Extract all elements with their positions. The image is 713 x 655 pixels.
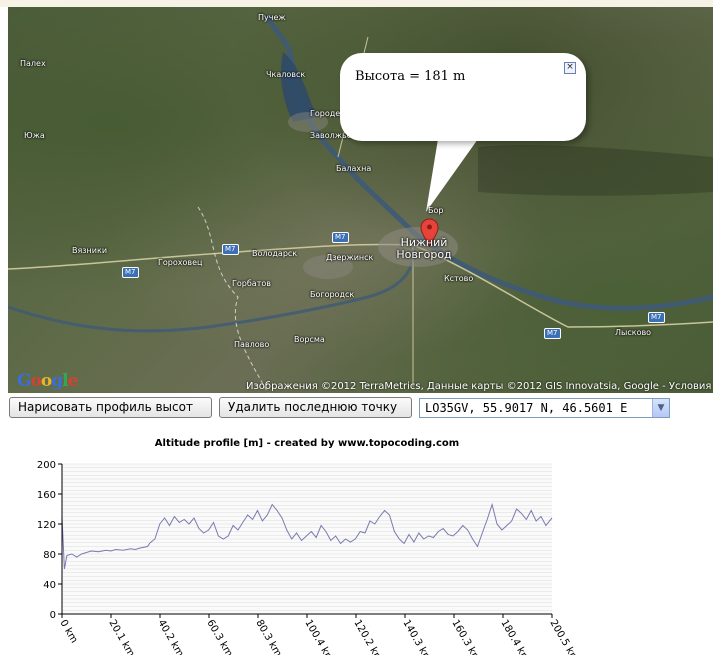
x-tick-label: 100.4 km (302, 618, 335, 655)
city-label: Бор (428, 206, 444, 215)
x-tick-label: 0 km (57, 618, 79, 645)
city-label: Кстово (444, 274, 474, 283)
city-label: Гороховец (158, 258, 203, 267)
google-logo: Google (17, 371, 78, 391)
x-tick-label: 60.3 km (204, 618, 234, 655)
city-label: Палех (20, 59, 46, 68)
city-label: Пучеж (258, 13, 286, 22)
road-shield: M7 (122, 267, 139, 278)
x-tick-label: 80.3 km (253, 618, 283, 655)
chevron-down-icon[interactable]: ▼ (652, 399, 669, 417)
city-label: Дзержинск (326, 253, 374, 262)
y-tick-label: 160 (37, 490, 56, 501)
chart-title: Altitude profile [m] - created by www.to… (155, 438, 459, 449)
point-select-value: LO35GV, 55.9017 N, 46.5601 E (425, 401, 628, 415)
city-label: Богородск (310, 290, 355, 299)
city-label: Володарск (252, 249, 298, 258)
x-tick-label: 200.5 km (547, 618, 580, 655)
info-balloon: Высота = 181 m × (340, 53, 586, 141)
y-tick-label: 0 (50, 610, 56, 621)
city-label: Чкаловск (266, 70, 306, 79)
altitude-readout: Высота = 181 m (355, 69, 465, 84)
y-tick-label: 200 (37, 460, 56, 471)
satellite-map[interactable]: Пучеж Палех Чкаловск Южа Городец Заволжь… (8, 7, 713, 393)
close-icon[interactable]: × (564, 62, 576, 74)
y-tick-label: 40 (43, 580, 56, 591)
city-label: Южа (24, 131, 45, 140)
draw-profile-button[interactable]: Нарисовать профиль высот (9, 397, 212, 418)
top-strip (0, 0, 713, 7)
x-tick-label: 120.2 km (351, 618, 384, 655)
x-tick-label: 180.4 km (498, 618, 531, 655)
road-shield: M7 (332, 232, 349, 243)
delete-last-point-button[interactable]: Удалить последнюю точку (219, 397, 412, 418)
altitude-chart: Altitude profile [m] - created by www.to… (37, 438, 581, 655)
road-shield: M7 (222, 244, 239, 255)
point-select[interactable]: LO35GV, 55.9017 N, 46.5601 E ▼ (419, 398, 670, 418)
city-label: Ворсма (294, 335, 325, 344)
y-tick-label: 120 (37, 520, 56, 531)
altitude-label: Высота = (355, 69, 425, 84)
y-tick-label: 80 (43, 550, 56, 561)
y-axis-ticks: 0 40 80 120 160 200 (37, 460, 62, 621)
city-label: Горбатов (232, 279, 271, 288)
city-label: Павлово (234, 340, 270, 349)
grid-lines (62, 463, 552, 615)
city-label: Лысково (615, 328, 652, 337)
x-tick-label: 140.3 km (400, 618, 433, 655)
map-copyright[interactable]: Изображения ©2012 TerraMetrics, Данные к… (246, 381, 713, 392)
city-label: Балахна (336, 164, 372, 173)
x-tick-label: 160.3 km (449, 618, 482, 655)
x-tick-label: 40.2 km (155, 618, 185, 655)
x-tick-label: 20.1 km (106, 618, 136, 655)
road-shield: M7 (544, 328, 561, 339)
city-label-nizhny-novgorod: Нижний Новгород (396, 236, 452, 261)
x-axis-ticks: 0 km 20.1 km 40.2 km 60.3 km 80.3 km 100.4 km… (57, 614, 581, 655)
altitude-value: 181 m (424, 69, 466, 84)
city-label: Вязники (72, 246, 108, 255)
road-shield: M7 (648, 312, 665, 323)
